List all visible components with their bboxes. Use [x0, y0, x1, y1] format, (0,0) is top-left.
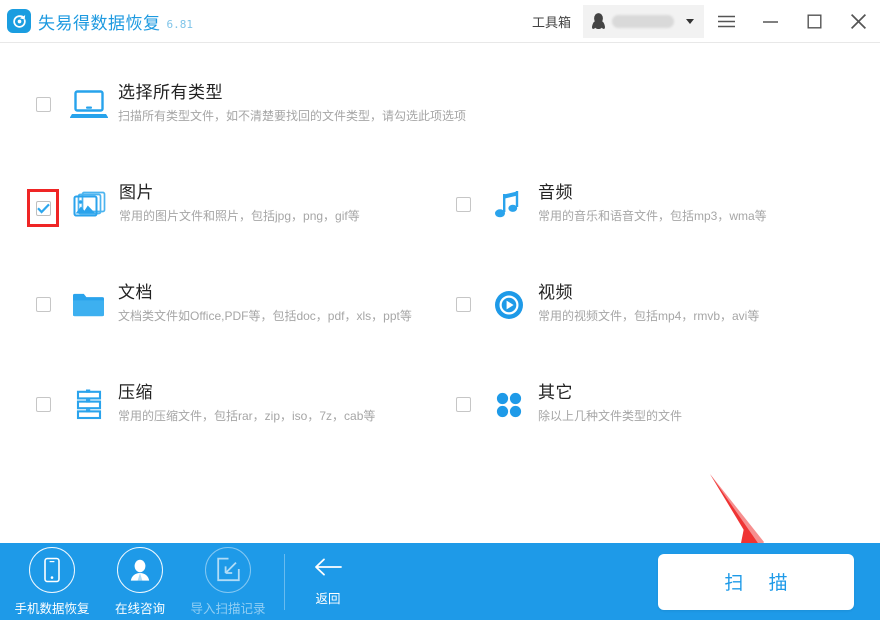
file-type-item-archive[interactable]: 压缩 常用的压缩文件，包括rar，zip，iso，7z，cab等 [28, 366, 428, 466]
bottom-divider [284, 553, 285, 610]
file-type-desc: 常用的压缩文件，包括rar，zip，iso，7z，cab等 [118, 409, 376, 423]
account-name [612, 14, 674, 28]
file-type-item-images[interactable]: 图片 常用的图片文件和照片，包括jpg，png，gif等 [27, 166, 428, 266]
arrow-left-icon [313, 557, 343, 582]
file-type-desc: 文档类文件如Office,PDF等，包括doc，pdf，xls，ppt等 [118, 309, 412, 323]
hamburger-menu-icon[interactable] [704, 0, 748, 43]
checkbox-other[interactable] [455, 396, 471, 412]
checkbox-wrapper-audio[interactable] [448, 189, 478, 219]
bottom-item-online-consult[interactable]: 在线咨询 [96, 546, 184, 617]
checkbox-documents[interactable] [35, 296, 51, 312]
file-type-desc: 扫描所有类型文件，如不清楚要找回的文件类型，请勾选此项选项 [118, 109, 467, 123]
app-title: 失易得数据恢复 [38, 13, 161, 33]
back-button[interactable]: 返回 [313, 557, 343, 607]
file-type-title: 图片 [119, 183, 154, 202]
file-type-text-all: 选择所有类型 扫描所有类型文件，如不清楚要找回的文件类型，请勾选此项选项 [118, 80, 466, 126]
maximize-icon[interactable] [792, 0, 836, 43]
bottom-item-import-scan-record[interactable]: 导入扫描记录 [184, 546, 272, 617]
file-type-desc: 常用的图片文件和照片，包括jpg，png，gif等 [119, 209, 360, 223]
close-icon[interactable] [836, 0, 880, 43]
account-menu[interactable] [583, 4, 704, 38]
checkbox-archive[interactable] [35, 396, 51, 412]
checkbox-images[interactable] [35, 200, 51, 216]
person-icon [117, 546, 163, 593]
file-type-text-other: 其它 除以上几种文件类型的文件 [538, 380, 682, 426]
play-circle-icon [486, 283, 532, 327]
checkbox-video[interactable] [455, 296, 471, 312]
checkbox-wrapper-all[interactable] [28, 89, 58, 119]
file-type-title: 音频 [538, 183, 573, 202]
mobile-phone-icon [29, 546, 75, 593]
file-type-desc: 除以上几种文件类型的文件 [538, 409, 683, 423]
file-type-title: 选择所有类型 [118, 83, 223, 102]
qq-penguin-icon [591, 12, 606, 31]
file-type-title: 文档 [118, 283, 153, 302]
file-type-row: 选择所有类型 扫描所有类型文件，如不清楚要找回的文件类型，请勾选此项选项 [0, 66, 880, 166]
file-type-item-other[interactable]: 其它 除以上几种文件类型的文件 [448, 366, 848, 466]
checkbox-wrapper-other[interactable] [448, 389, 478, 419]
scan-button[interactable]: 扫 描 [658, 553, 854, 610]
file-type-title: 压缩 [118, 383, 153, 402]
checkbox-audio[interactable] [455, 196, 471, 212]
file-type-text-archive: 压缩 常用的压缩文件，包括rar，zip，iso，7z，cab等 [118, 380, 375, 426]
file-type-grid: 选择所有类型 扫描所有类型文件，如不清楚要找回的文件类型，请勾选此项选项 图片 … [0, 66, 880, 466]
file-type-text-audio: 音频 常用的音乐和语音文件，包括mp3，wma等 [538, 180, 767, 226]
file-type-item-all[interactable]: 选择所有类型 扫描所有类型文件，如不清楚要找回的文件类型，请勾选此项选项 [28, 66, 848, 166]
checkbox-wrapper-documents[interactable] [28, 289, 58, 319]
file-type-desc: 常用的音乐和语音文件，包括mp3，wma等 [538, 209, 767, 223]
laptop-icon [66, 83, 112, 127]
photo-stack-icon [67, 183, 113, 227]
file-type-selection-panel: 选择所有类型 扫描所有类型文件，如不清楚要找回的文件类型，请勾选此项选项 图片 … [0, 43, 880, 543]
bottom-item-label: 在线咨询 [114, 601, 165, 616]
bottom-item-phone-recovery[interactable]: 手机数据恢复 [8, 546, 96, 617]
file-type-title: 视频 [538, 283, 573, 302]
chevron-down-icon[interactable] [686, 18, 694, 24]
bottom-toolbar: 手机数据恢复 在线咨询 导入扫描记录 返回 扫 描 [0, 543, 880, 620]
file-type-text-images: 图片 常用的图片文件和照片，包括jpg，png，gif等 [119, 180, 360, 226]
file-type-row: 文档 文档类文件如Office,PDF等，包括doc，pdf，xls，ppt等 [0, 266, 880, 366]
archive-stack-icon [66, 383, 112, 427]
title-bar: 失易得数据恢复 6.81 工具箱 [0, 0, 880, 43]
checkbox-wrapper-video[interactable] [448, 289, 478, 319]
checkbox-all[interactable] [35, 96, 51, 112]
toolbox-button[interactable]: 工具箱 [522, 0, 581, 43]
file-type-title: 其它 [538, 383, 573, 402]
recovery-logo-icon [7, 9, 31, 33]
file-type-item-documents[interactable]: 文档 文档类文件如Office,PDF等，包括doc，pdf，xls，ppt等 [28, 266, 428, 366]
minimize-icon[interactable] [748, 0, 792, 43]
file-type-desc: 常用的视频文件，包括mp4，rmvb，avi等 [538, 309, 760, 323]
file-type-item-audio[interactable]: 音频 常用的音乐和语音文件，包括mp3，wma等 [448, 166, 848, 266]
bottom-item-label: 导入扫描记录 [190, 601, 266, 616]
bottom-item-label: 手机数据恢复 [14, 601, 90, 616]
file-type-text-video: 视频 常用的视频文件，包括mp4，rmvb，avi等 [538, 280, 759, 326]
back-button-label: 返回 [315, 591, 341, 606]
music-note-icon [486, 183, 532, 227]
checkbox-wrapper-images[interactable] [27, 189, 59, 227]
import-arrow-icon [205, 546, 251, 593]
file-type-row: 压缩 常用的压缩文件，包括rar，zip，iso，7z，cab等 其它 除以上几… [0, 366, 880, 466]
folder-icon [66, 283, 112, 327]
checkbox-wrapper-archive[interactable] [28, 389, 58, 419]
file-type-text-documents: 文档 文档类文件如Office,PDF等，包括doc，pdf，xls，ppt等 [118, 280, 412, 326]
four-dots-icon [486, 383, 532, 427]
app-version: 6.81 [166, 17, 194, 31]
file-type-item-video[interactable]: 视频 常用的视频文件，包括mp4，rmvb，avi等 [448, 266, 848, 366]
file-type-row: 图片 常用的图片文件和照片，包括jpg，png，gif等 音频 常用的音乐和语音… [0, 166, 880, 266]
